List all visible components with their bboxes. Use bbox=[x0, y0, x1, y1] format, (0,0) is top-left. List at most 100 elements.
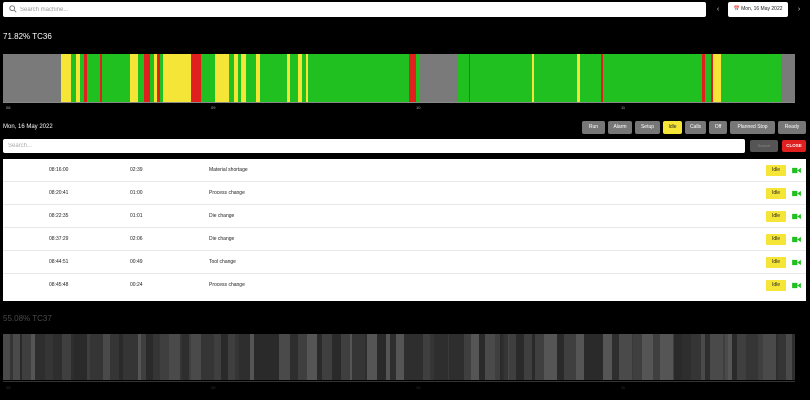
table-row[interactable]: 08:44:51 00:49 Tool change Idle bbox=[3, 251, 806, 274]
machine-timeline-dimmed[interactable] bbox=[3, 334, 795, 380]
timeline-segment bbox=[279, 334, 291, 380]
video-camera-icon[interactable] bbox=[792, 167, 801, 174]
filter-off-button[interactable]: Off bbox=[709, 121, 727, 134]
table-row[interactable]: 08:37:29 02:06 Die change Idle bbox=[3, 228, 806, 251]
close-button[interactable]: CLOSE bbox=[782, 140, 806, 152]
machine-title-dimmed[interactable]: 55.08% TC37 bbox=[3, 314, 52, 323]
timeline-segment-off[interactable] bbox=[420, 54, 459, 102]
state-badge[interactable]: Idle bbox=[766, 165, 786, 176]
filter-alarm-button[interactable]: Alarm bbox=[608, 121, 632, 134]
filter-calls-button[interactable]: Calls bbox=[685, 121, 706, 134]
state-badge[interactable]: Idle bbox=[766, 211, 786, 222]
filter-setup-button[interactable]: Setup bbox=[635, 121, 660, 134]
timeline-segment-run[interactable] bbox=[102, 54, 130, 102]
event-reason: Tool change bbox=[209, 259, 236, 265]
timeline-segment bbox=[73, 334, 87, 380]
timeline-segment bbox=[515, 334, 524, 380]
event-time: 08:44:51 bbox=[49, 259, 69, 265]
timeline-segment bbox=[254, 334, 267, 380]
timeline-segment-idle[interactable] bbox=[60, 54, 72, 102]
filter-run-button[interactable]: Run bbox=[582, 121, 605, 134]
table-row[interactable]: 08:22:35 01:01 Die change Idle bbox=[3, 205, 806, 228]
timeline-segment bbox=[200, 334, 215, 380]
video-camera-icon[interactable] bbox=[792, 236, 801, 243]
timeline-segment-run[interactable] bbox=[201, 54, 216, 102]
timeline-segment-run[interactable] bbox=[458, 54, 469, 102]
timeline-segment-run[interactable] bbox=[579, 54, 601, 102]
timeline-segment-run[interactable] bbox=[259, 54, 287, 102]
timeline-segment bbox=[674, 334, 682, 380]
timeline-segment bbox=[22, 334, 31, 380]
event-search-input[interactable] bbox=[8, 139, 738, 153]
timeline-segment-idle[interactable] bbox=[713, 54, 721, 102]
state-badge[interactable]: Idle bbox=[766, 257, 786, 268]
timeline-segment bbox=[681, 334, 692, 380]
machine-timeline[interactable] bbox=[3, 54, 795, 102]
timeline-segment-run[interactable] bbox=[720, 54, 781, 102]
timeline-segment bbox=[62, 334, 71, 380]
next-day-button[interactable]: › bbox=[792, 2, 806, 17]
timeline-segment bbox=[472, 334, 480, 380]
timeline-segment-run[interactable] bbox=[603, 54, 703, 102]
timeline-segment bbox=[89, 334, 104, 380]
timeline-segment-run[interactable] bbox=[289, 54, 298, 102]
machine-search-input[interactable] bbox=[20, 2, 690, 17]
timeline-segment bbox=[641, 334, 653, 380]
filter-planned-stop-button[interactable]: Planned Stop bbox=[730, 121, 775, 134]
video-camera-icon[interactable] bbox=[792, 282, 801, 289]
timeline-segment bbox=[403, 334, 416, 380]
event-search-field[interactable] bbox=[3, 139, 745, 153]
event-reason: Process change bbox=[209, 190, 245, 196]
timeline-segment bbox=[763, 334, 776, 380]
timeline-segment-run[interactable] bbox=[533, 54, 578, 102]
filter-idle-button[interactable]: Idle bbox=[663, 121, 682, 134]
video-camera-icon[interactable] bbox=[792, 259, 801, 266]
timeline-segment-run[interactable] bbox=[470, 54, 533, 102]
prev-day-button[interactable]: ‹ bbox=[711, 2, 725, 17]
event-duration: 02:06 bbox=[130, 236, 143, 242]
timeline-segment bbox=[239, 334, 250, 380]
timeline-segment-idle[interactable] bbox=[215, 54, 229, 102]
filter-ready-button[interactable]: Ready bbox=[778, 121, 806, 134]
timeline-segment-off[interactable] bbox=[3, 54, 61, 102]
machine-title[interactable]: 71.82% TC36 bbox=[3, 32, 52, 41]
timeline-segment-off[interactable] bbox=[780, 54, 795, 102]
timeline-segment bbox=[290, 334, 299, 380]
event-time: 08:20:41 bbox=[49, 190, 69, 196]
timeline-tick: 08 bbox=[6, 105, 11, 110]
timeline-segment bbox=[448, 334, 458, 380]
timeline-segment bbox=[709, 334, 724, 380]
timeline-segment bbox=[791, 334, 795, 380]
date-picker[interactable]: 📅 Mon, 16 May 2022 bbox=[728, 2, 788, 17]
timeline-segment bbox=[334, 334, 342, 380]
event-duration: 01:01 bbox=[130, 213, 143, 219]
timeline-segment bbox=[632, 334, 642, 380]
state-badge[interactable]: Idle bbox=[766, 188, 786, 199]
event-reason: Die change bbox=[209, 236, 235, 242]
timeline-segment bbox=[691, 334, 701, 380]
state-badge[interactable]: Idle bbox=[766, 234, 786, 245]
timeline-segment bbox=[109, 334, 120, 380]
timeline-segment-run[interactable] bbox=[246, 54, 257, 102]
timeline-segment-run[interactable] bbox=[307, 54, 410, 102]
timeline-segment-alarm[interactable] bbox=[409, 54, 417, 102]
timeline-segment bbox=[191, 334, 201, 380]
state-badge[interactable]: Idle bbox=[766, 280, 786, 291]
event-reason: Material shortage bbox=[209, 167, 248, 173]
video-camera-icon[interactable] bbox=[792, 213, 801, 220]
timeline-segment-idle[interactable] bbox=[129, 54, 138, 102]
timeline-segment-alarm[interactable] bbox=[191, 54, 201, 102]
timeline-segment bbox=[556, 334, 564, 380]
table-row[interactable]: 08:16:00 02:39 Material shortage Idle bbox=[3, 159, 806, 182]
video-camera-icon[interactable] bbox=[792, 190, 801, 197]
event-time: 08:45:48 bbox=[49, 282, 69, 288]
timeline-segment bbox=[660, 334, 673, 380]
machine-search-field[interactable] bbox=[3, 2, 706, 17]
chevron-left-icon: ‹ bbox=[716, 6, 720, 13]
timeline-segment bbox=[544, 334, 557, 380]
search-button[interactable]: Search bbox=[750, 140, 778, 152]
timeline-segment-run[interactable] bbox=[86, 54, 100, 102]
table-row[interactable]: 08:45:48 00:24 Process change Idle bbox=[3, 274, 806, 297]
timeline-segment-idle[interactable] bbox=[162, 54, 192, 102]
table-row[interactable]: 08:20:41 01:00 Process change Idle bbox=[3, 182, 806, 205]
